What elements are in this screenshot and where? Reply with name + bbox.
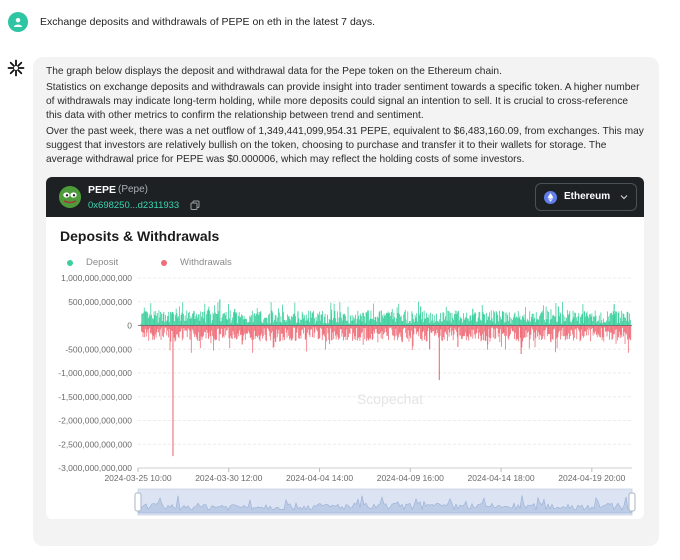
watermark: Scopechat bbox=[357, 391, 423, 407]
chevron-down-icon bbox=[620, 195, 628, 200]
assistant-sparkle-icon bbox=[7, 59, 25, 77]
legend-withdrawals-dot bbox=[161, 259, 167, 266]
answer-paragraph-statistics: Statistics on exchange deposits and with… bbox=[46, 82, 640, 121]
y-tick-label: -2,500,000,000,000 bbox=[58, 439, 132, 449]
y-tick-label: 1,000,000,000,000 bbox=[61, 273, 132, 283]
zoom-handle-left[interactable] bbox=[134, 492, 142, 512]
x-tick-label: 2024-03-25 10:00 bbox=[104, 473, 171, 483]
ethereum-icon bbox=[544, 191, 557, 204]
y-tick-label: 500,000,000,000 bbox=[68, 297, 132, 307]
y-tick-label: -1,500,000,000,000 bbox=[58, 392, 132, 402]
legend-withdrawals-label: Withdrawals bbox=[180, 257, 232, 268]
user-avatar-icon bbox=[8, 12, 28, 32]
answer-paragraph-intro: The graph below displays the deposit and… bbox=[46, 66, 502, 77]
assistant-message: The graph below displays the deposit and… bbox=[33, 57, 659, 546]
pepe-logo bbox=[59, 186, 81, 208]
y-tick-label: -500,000,000,000 bbox=[65, 344, 132, 354]
y-tick-label: -2,000,000,000,000 bbox=[58, 416, 132, 426]
copy-icon[interactable] bbox=[190, 200, 200, 210]
x-tick-label: 2024-04-04 14:00 bbox=[286, 473, 353, 483]
x-tick-label: 2024-04-19 20:00 bbox=[558, 473, 625, 483]
token-header: PEPE (Pepe) 0x698250...d2311933 Ethereum bbox=[46, 177, 644, 217]
legend-deposit-label: Deposit bbox=[86, 257, 119, 268]
chart-title: Deposits & Withdrawals bbox=[60, 228, 220, 244]
user-message: Exchange deposits and withdrawals of PEP… bbox=[8, 12, 375, 32]
zoom-handle-right[interactable] bbox=[628, 492, 636, 512]
chain-label: Ethereum bbox=[564, 191, 611, 202]
legend-deposit-dot bbox=[67, 259, 73, 266]
legend-item-deposit[interactable]: Deposit bbox=[67, 257, 118, 268]
y-tick-label: -3,000,000,000,000 bbox=[58, 463, 132, 473]
token-address-link[interactable]: 0x698250...d2311933 bbox=[88, 200, 179, 211]
y-tick-label: -1,000,000,000,000 bbox=[58, 368, 132, 378]
x-tick-label: 2024-03-30 12:00 bbox=[195, 473, 262, 483]
user-question: Exchange deposits and withdrawals of PEP… bbox=[40, 16, 376, 28]
answer-paragraph-summary: Over the past week, there was a net outf… bbox=[46, 126, 644, 165]
chart-card: PEPE (Pepe) 0x698250...d2311933 Ethereum bbox=[46, 177, 644, 519]
x-tick-label: 2024-04-09 16:00 bbox=[377, 473, 444, 483]
legend-item-withdrawals[interactable]: Withdrawals bbox=[161, 257, 232, 268]
token-symbol: PEPE bbox=[88, 184, 117, 196]
y-tick-label: 0 bbox=[127, 321, 132, 331]
x-tick-label: 2024-04-14 18:00 bbox=[467, 473, 534, 483]
chain-selector[interactable]: Ethereum bbox=[535, 183, 637, 211]
deposits-withdrawals-chart: 1,000,000,000,000 500,000,000,000 0 -500,00… bbox=[58, 273, 636, 516]
token-name: (Pepe) bbox=[118, 184, 149, 195]
zoom-selection bbox=[138, 489, 632, 515]
